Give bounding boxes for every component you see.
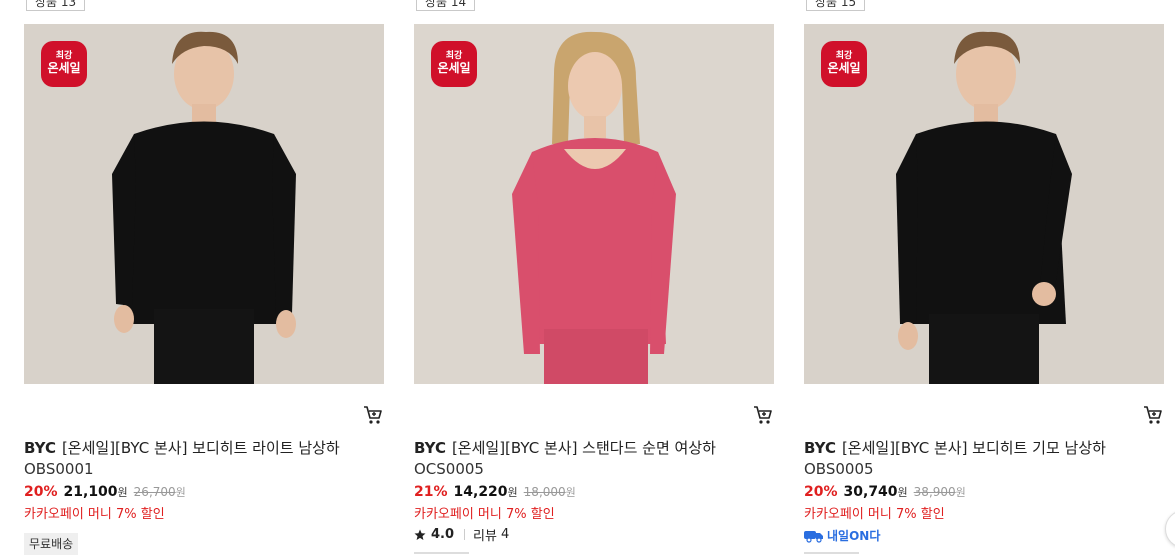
- product-card[interactable]: 상품 13 최강 온세일 BYC [온세일][BYC 본사] 보디히트 라이트 남…: [24, 0, 384, 555]
- product-code: OBS0005: [804, 460, 874, 478]
- original-price: 18,000: [523, 485, 566, 499]
- cart-icon[interactable]: [752, 404, 774, 426]
- currency: 원: [507, 486, 518, 499]
- cart-icon[interactable]: [1142, 404, 1164, 426]
- price-row: 20% 30,740원 38,900원: [804, 484, 966, 500]
- free-shipping-tag: 무료배송: [24, 533, 79, 555]
- divider: [804, 552, 859, 554]
- original-price: 38,900: [913, 485, 956, 499]
- rating-row: 4.0 리뷰 4: [414, 525, 509, 544]
- product-name: [온세일][BYC 본사] 보디히트 기모 남상하: [841, 439, 1106, 457]
- review-label: 리뷰: [473, 529, 497, 544]
- review-count: 4: [500, 527, 510, 542]
- product-image[interactable]: 최강 온세일: [804, 24, 1164, 384]
- currency: 원: [955, 486, 966, 499]
- promo-text: 카카오페이 머니 7% 할인: [414, 507, 555, 522]
- brand-name: BYC: [804, 439, 836, 457]
- sale-badge: 최강 온세일: [431, 41, 477, 87]
- scroll-button[interactable]: [1165, 510, 1175, 548]
- product-card[interactable]: 상품 14 최강 온세일 BYC [온세일][BYC 본사] 스탠다드 순면 여상…: [414, 0, 774, 555]
- rating-score: 4.0: [431, 527, 455, 542]
- promo-text: 카카오페이 머니 7% 할인: [804, 507, 945, 522]
- product-title[interactable]: BYC [온세일][BYC 본사] 보디히트 라이트 남상하: [24, 437, 384, 458]
- price-row: 21% 14,220원 18,000원: [414, 484, 576, 500]
- currency: 원: [117, 486, 128, 499]
- brand-name: BYC: [414, 439, 446, 457]
- sale-badge: 최강 온세일: [41, 41, 87, 87]
- sale-badge: 최강 온세일: [821, 41, 867, 87]
- promo-text: 카카오페이 머니 7% 할인: [24, 507, 165, 522]
- discount-rate: 20%: [804, 484, 838, 500]
- delivery-badge: 내일ON다: [804, 527, 880, 544]
- sale-price: 14,220: [453, 484, 508, 500]
- divider: [464, 529, 466, 540]
- sale-badge-line2: 온세일: [827, 61, 861, 76]
- sale-price: 30,740: [843, 484, 898, 500]
- cart-icon[interactable]: [362, 404, 384, 426]
- discount-rate: 21%: [414, 484, 448, 500]
- price-row: 20% 21,100원 26,700원: [24, 484, 186, 500]
- sale-price: 21,100: [63, 484, 118, 500]
- currency: 원: [565, 486, 576, 499]
- product-name: [온세일][BYC 본사] 보디히트 라이트 남상하: [61, 439, 340, 457]
- divider: [414, 552, 469, 554]
- product-code: OBS0001: [24, 460, 94, 478]
- rank-label: 상품 14: [416, 0, 476, 11]
- rank-label: 상품 15: [806, 0, 866, 11]
- rank-label: 상품 13: [26, 0, 86, 11]
- product-title[interactable]: BYC [온세일][BYC 본사] 스탠다드 순면 여상하: [414, 437, 774, 458]
- sale-badge-line2: 온세일: [437, 61, 471, 76]
- delivery-label: 내일ON다: [827, 529, 881, 543]
- star-icon: [414, 529, 426, 540]
- currency: 원: [897, 486, 908, 499]
- product-image[interactable]: 최강 온세일: [414, 24, 774, 384]
- currency: 원: [175, 486, 186, 499]
- brand-name: BYC: [24, 439, 56, 457]
- product-image[interactable]: 최강 온세일: [24, 24, 384, 384]
- sale-badge-line2: 온세일: [47, 61, 81, 76]
- original-price: 26,700: [133, 485, 176, 499]
- product-card[interactable]: 상품 15 최강 온세일 BYC [온세일][BYC 본사] 보디히트 기모 남상…: [804, 0, 1164, 555]
- truck-icon: [804, 530, 823, 543]
- product-name: [온세일][BYC 본사] 스탠다드 순면 여상하: [451, 439, 716, 457]
- discount-rate: 20%: [24, 484, 58, 500]
- product-title[interactable]: BYC [온세일][BYC 본사] 보디히트 기모 남상하: [804, 437, 1164, 458]
- product-code: OCS0005: [414, 460, 484, 478]
